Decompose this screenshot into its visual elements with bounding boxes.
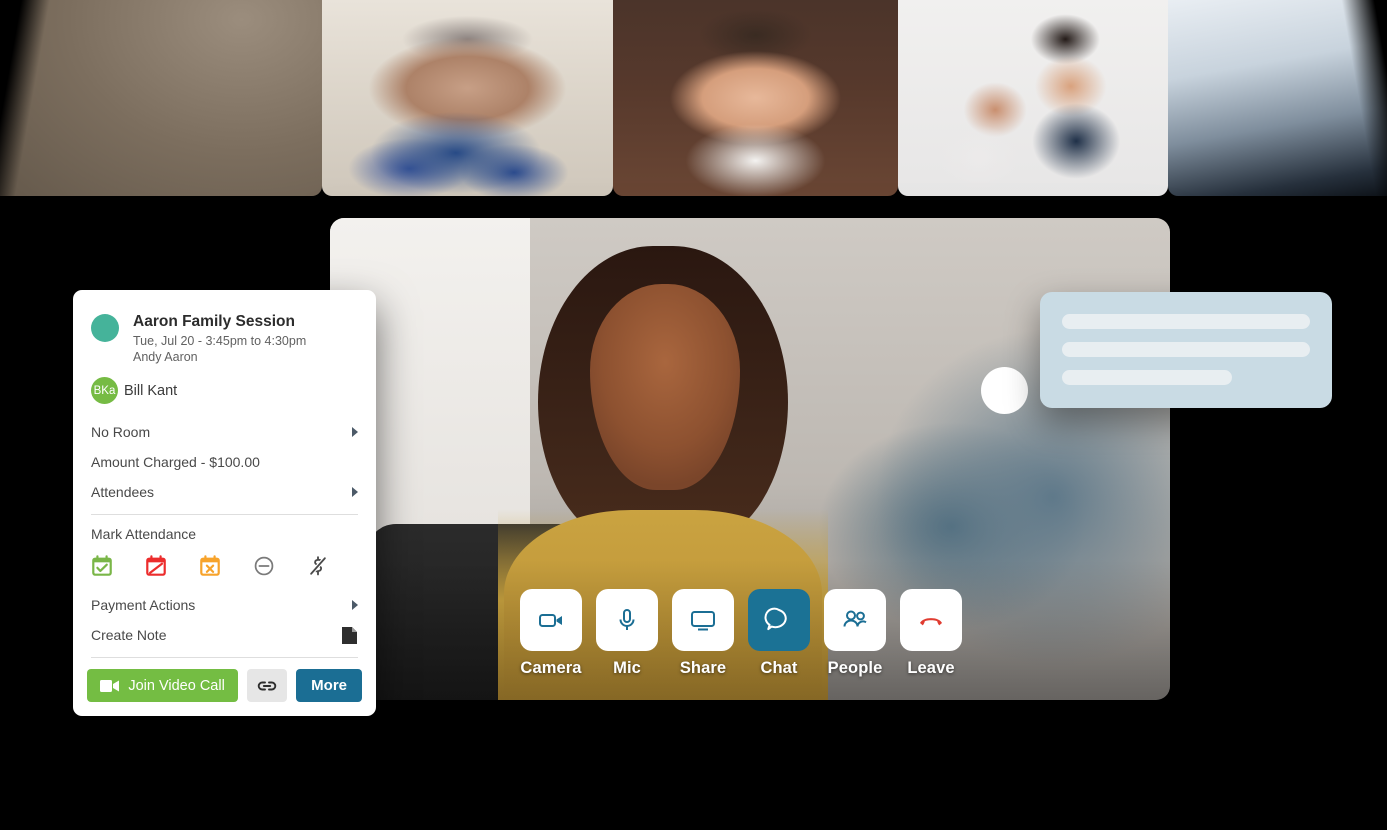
people-button-surface (824, 589, 886, 651)
attendance-none-icon[interactable] (253, 555, 275, 577)
session-header-text: Aaron Family Session Tue, Jul 20 - 3:45p… (133, 312, 306, 364)
leave-button-surface (900, 589, 962, 651)
card-action-bar: Join Video Call More (73, 658, 376, 716)
copy-link-button[interactable] (247, 669, 288, 703)
session-time: Tue, Jul 20 - 3:45pm to 4:30pm (133, 334, 307, 349)
camera-button-surface (520, 589, 582, 651)
chat-skeleton-line (1062, 314, 1310, 329)
leave-button-label: Leave (907, 659, 955, 677)
mic-button-surface (596, 589, 658, 651)
chat-avatar (981, 367, 1028, 414)
row-amount-charged: Amount Charged - $100.00 (73, 447, 376, 477)
video-call-screenshot: Camera Mic Share Chat People Leave Aaron… (0, 0, 1387, 830)
participant-tile-left-edge[interactable] (0, 0, 322, 196)
hang-up-icon (920, 618, 942, 626)
mic-button[interactable]: Mic (596, 589, 658, 678)
microphone-icon (619, 609, 635, 630)
session-header: Aaron Family Session Tue, Jul 20 - 3:45p… (73, 290, 376, 364)
row-payment-actions[interactable]: Payment Actions (73, 590, 376, 620)
join-video-call-button[interactable]: Join Video Call (87, 669, 239, 703)
chat-bubble-icon (764, 607, 787, 631)
session-rows: No Room Amount Charged - $100.00 Attende… (73, 417, 376, 507)
attendance-icon-group (73, 542, 376, 577)
row-attendees-label: Attendees (91, 484, 155, 501)
participant-video-2 (613, 0, 898, 196)
mic-button-label: Mic (613, 659, 641, 677)
session-title: Aaron Family Session (133, 313, 295, 330)
participant-tile-3[interactable] (898, 0, 1168, 196)
leave-button[interactable]: Leave (900, 589, 962, 678)
row-create-note-label: Create Note (91, 627, 167, 644)
attendee-name: Bill Kant (124, 382, 178, 399)
share-button[interactable]: Share (672, 589, 734, 678)
participant-tile-2[interactable] (613, 0, 898, 196)
session-details-card: Aaron Family Session Tue, Jul 20 - 3:45p… (73, 290, 376, 717)
attendee-row[interactable]: BKa Bill Kant (73, 364, 376, 405)
camera-button-label: Camera (520, 659, 582, 677)
row-no-room-label: No Room (91, 424, 151, 441)
session-avatar (91, 314, 119, 342)
camera-icon (539, 614, 562, 627)
chat-button-surface (748, 589, 810, 651)
share-button-surface (672, 589, 734, 651)
participant-video-1 (322, 0, 613, 196)
session-secondary-rows: Payment Actions Create Note (73, 590, 376, 650)
participant-tile-1[interactable] (322, 0, 613, 196)
share-button-label: Share (679, 659, 727, 677)
participant-video-left-edge (0, 0, 322, 196)
attendance-cancelled-icon[interactable] (199, 555, 221, 577)
people-button[interactable]: People (824, 589, 886, 678)
chat-skeleton-line (1062, 370, 1232, 385)
row-no-room[interactable]: No Room (73, 417, 376, 447)
session-organizer: Andy Aaron (133, 350, 198, 365)
mark-attendance-label: Mark Attendance (91, 526, 197, 543)
more-button[interactable]: More (296, 669, 362, 703)
chat-button[interactable]: Chat (748, 589, 810, 678)
camera-button[interactable]: Camera (520, 589, 582, 678)
chat-skeleton-line (1062, 342, 1310, 357)
document-icon (342, 626, 357, 644)
participant-tile-right-edge[interactable] (1168, 0, 1387, 196)
participant-video-right-edge (1168, 0, 1387, 196)
attendance-absent-icon[interactable] (145, 555, 167, 577)
call-control-bar: Camera Mic Share Chat People Leave (520, 589, 962, 678)
participant-filmstrip (0, 0, 1387, 196)
chevron-right-icon (352, 427, 358, 438)
more-button-label: More (311, 677, 347, 695)
attendee-avatar: BKa (91, 377, 118, 405)
chevron-right-icon (352, 600, 358, 611)
link-icon (257, 681, 277, 691)
camera-icon (100, 679, 120, 692)
people-icon (843, 610, 867, 627)
screen-share-icon (691, 611, 715, 631)
attendance-no-charge-icon[interactable] (307, 555, 329, 577)
chevron-right-icon (352, 487, 358, 498)
chat-button-label: Chat (760, 659, 798, 677)
row-payment-actions-label: Payment Actions (91, 597, 196, 614)
join-video-call-label: Join Video Call (128, 677, 225, 694)
people-button-label: People (827, 659, 883, 677)
row-amount-charged-label: Amount Charged - $100.00 (91, 454, 260, 471)
chat-message-bubble[interactable] (1040, 292, 1332, 408)
row-create-note[interactable]: Create Note (73, 620, 376, 650)
attendance-present-icon[interactable] (91, 555, 113, 577)
speaker-face (590, 284, 740, 490)
row-attendees[interactable]: Attendees (73, 477, 376, 507)
participant-video-3 (898, 0, 1168, 196)
